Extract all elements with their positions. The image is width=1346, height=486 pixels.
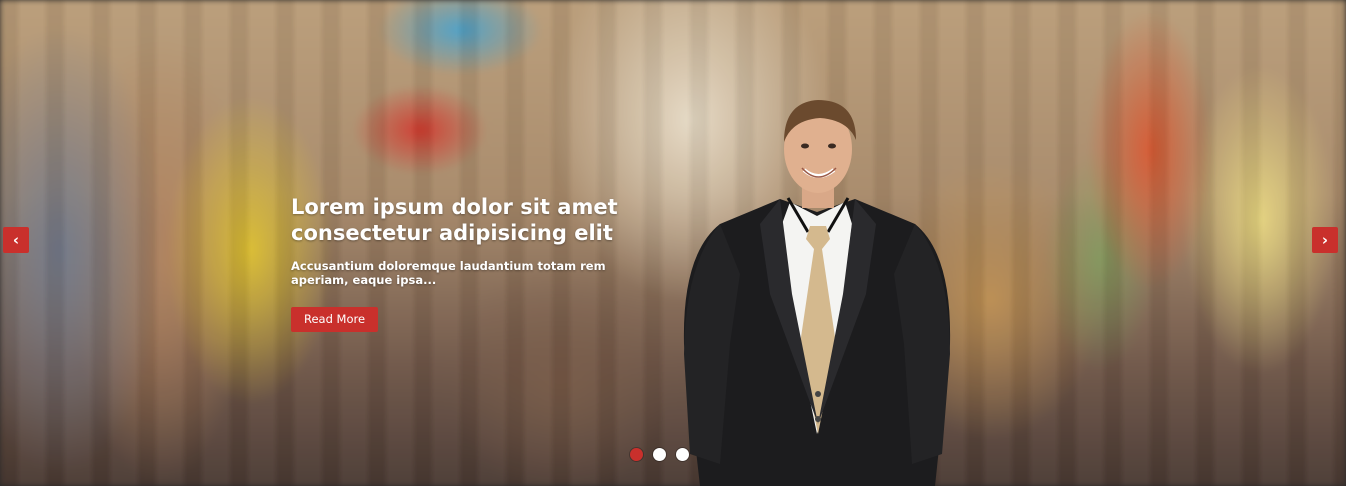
- prev-slide-button[interactable]: ‹: [3, 227, 29, 253]
- slide-heading: Lorem ipsum dolor sit amet consectetur a…: [291, 194, 631, 246]
- slide-dot-1[interactable]: [630, 448, 643, 461]
- slide-caption: Lorem ipsum dolor sit amet consectetur a…: [291, 194, 631, 332]
- background-texture: [0, 0, 1346, 486]
- next-slide-button[interactable]: ›: [1312, 227, 1338, 253]
- slide-dot-3[interactable]: [676, 448, 689, 461]
- chevron-left-icon: ‹: [12, 231, 20, 249]
- chevron-right-icon: ›: [1321, 231, 1329, 249]
- hero-slider: ‹ Lorem ipsum dolor sit amet consectetur…: [0, 0, 1346, 486]
- slide-pagination: [630, 448, 689, 461]
- slide-subtext: Accusantium doloremque laudantium totam …: [291, 259, 606, 287]
- read-more-button[interactable]: Read More: [291, 307, 379, 332]
- slide-heading-line2: consectetur adipisicing elit: [291, 221, 613, 245]
- slide-dot-2[interactable]: [653, 448, 666, 461]
- slide-heading-line1: Lorem ipsum dolor sit amet: [291, 195, 618, 219]
- businessman-image: [683, 100, 951, 486]
